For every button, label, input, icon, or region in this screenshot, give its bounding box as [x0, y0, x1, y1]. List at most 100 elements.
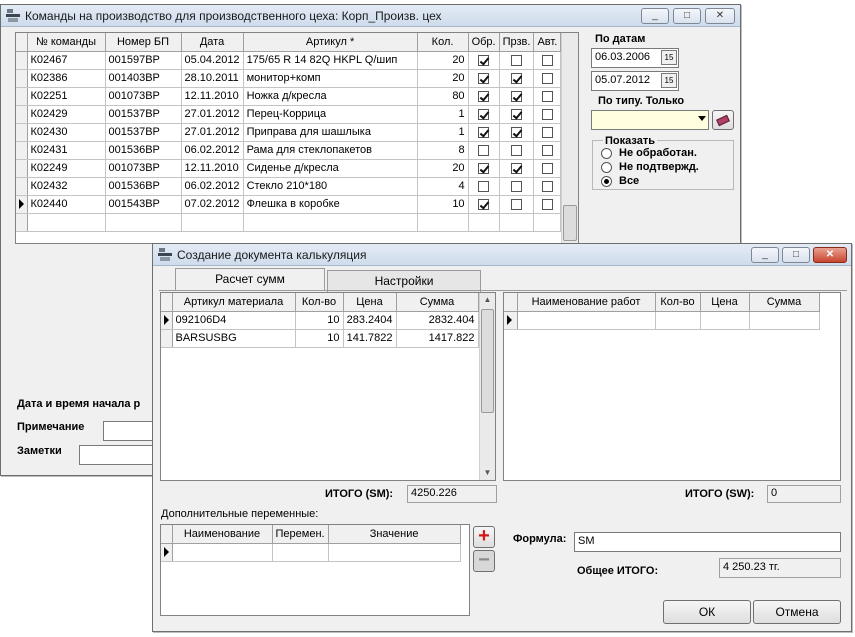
col-work-price[interactable]: Цена — [700, 293, 750, 312]
col-material-article[interactable]: Артикул материала — [172, 293, 296, 312]
col-processed[interactable]: Обр. — [468, 33, 500, 52]
qty-cell[interactable]: 10 — [417, 195, 469, 214]
tab-calc-sums[interactable]: Расчет сумм — [175, 268, 325, 291]
article-cell[interactable]: Ножка д/кресла — [243, 87, 418, 106]
article-cell[interactable]: Стекло 210*180 — [243, 177, 418, 196]
qty-cell[interactable]: 1 — [417, 105, 469, 124]
radio-all[interactable] — [601, 176, 612, 187]
dialog-titlebar[interactable]: Создание документа калькуляция _ □ ✕ — [153, 244, 851, 266]
remove-variable-button[interactable]: − — [473, 550, 495, 572]
date-cell[interactable]: 05.04.2012 — [181, 51, 244, 70]
main-titlebar[interactable]: Команды на производство для производстве… — [1, 5, 740, 27]
article-cell[interactable]: монитор+комп — [243, 69, 418, 88]
col-work-qty[interactable]: Кол-во — [655, 293, 701, 312]
produced-checkbox[interactable] — [511, 54, 523, 66]
processed-checkbox[interactable] — [478, 90, 490, 102]
material-article-cell[interactable]: BARSUSBG — [172, 329, 296, 348]
col-auto[interactable]: Авт. — [533, 33, 562, 52]
col-var-name[interactable]: Наименование — [172, 525, 273, 544]
auto-checkbox[interactable] — [541, 72, 553, 84]
bp-number-cell[interactable]: 001543ВР — [105, 195, 182, 214]
col-material-price[interactable]: Цена — [343, 293, 397, 312]
command-number-cell[interactable]: К02431 — [27, 141, 106, 160]
bp-number-cell[interactable]: 001597ВР — [105, 51, 182, 70]
date-to-field[interactable]: 05.07.2012 15 — [591, 71, 679, 91]
auto-checkbox[interactable] — [541, 54, 553, 66]
col-var-value[interactable]: Значение — [328, 525, 461, 544]
produced-checkbox[interactable] — [511, 180, 523, 192]
commands-scroll-thumb[interactable] — [563, 205, 577, 241]
radio-unconfirmed-label[interactable]: Не подтвержд. — [619, 161, 699, 173]
table-row[interactable]: К02249 001073ВР 12.11.2010 Сиденье д/кресла… — [16, 159, 562, 178]
processed-checkbox[interactable] — [478, 198, 490, 210]
auto-checkbox[interactable] — [541, 180, 553, 192]
material-sum-cell[interactable]: 2832.404 — [396, 311, 479, 330]
processed-checkbox[interactable] — [478, 144, 490, 156]
date-cell[interactable]: 12.11.2010 — [181, 159, 244, 178]
table-row[interactable]: 092106D4 10 283.2404 2832.404 — [161, 311, 479, 330]
calendar-icon[interactable]: 15 — [661, 73, 677, 88]
tab-settings[interactable]: Настройки — [327, 270, 481, 292]
bp-number-cell[interactable]: 001537ВР — [105, 123, 182, 142]
maximize-icon[interactable]: □ — [782, 247, 810, 263]
table-row[interactable]: К02251 001073ВР 12.11.2010 Ножка д/кресла 80 — [16, 87, 562, 106]
qty-cell[interactable]: 80 — [417, 87, 469, 106]
auto-checkbox[interactable] — [541, 162, 553, 174]
date-cell[interactable]: 06.02.2012 — [181, 177, 244, 196]
bp-number-cell[interactable]: 001537ВР — [105, 105, 182, 124]
table-row[interactable] — [161, 543, 461, 562]
col-article[interactable]: Артикул * — [243, 33, 418, 52]
produced-checkbox[interactable] — [511, 198, 523, 210]
bp-number-cell[interactable]: 001403ВР — [105, 69, 182, 88]
col-date[interactable]: Дата — [181, 33, 244, 52]
calendar-icon[interactable]: 15 — [661, 50, 677, 65]
date-from-field[interactable]: 06.03.2006 15 — [591, 48, 679, 68]
processed-checkbox[interactable] — [478, 162, 490, 174]
bp-number-cell[interactable]: 001073ВР — [105, 87, 182, 106]
produced-checkbox[interactable] — [511, 90, 523, 102]
radio-unprocessed-label[interactable]: Не обработан. — [619, 147, 697, 159]
processed-checkbox[interactable] — [478, 72, 490, 84]
col-var-variable[interactable]: Перемен. — [272, 525, 329, 544]
command-number-cell[interactable]: К02386 — [27, 69, 106, 88]
processed-checkbox[interactable] — [478, 54, 490, 66]
date-cell[interactable]: 12.11.2010 — [181, 87, 244, 106]
radio-unconfirmed[interactable] — [601, 162, 612, 173]
date-cell[interactable]: 27.01.2012 — [181, 123, 244, 142]
material-price-cell[interactable]: 283.2404 — [343, 311, 397, 330]
table-row[interactable]: К02430 001537ВР 27.01.2012 Приправа для шаш… — [16, 123, 562, 142]
notes-field[interactable] — [79, 445, 163, 465]
table-row[interactable]: К02467 001597ВР 05.04.2012 175/65 R 14 82Q … — [16, 51, 562, 70]
article-cell[interactable]: Рама для стеклопакетов — [243, 141, 418, 160]
article-cell[interactable]: Сиденье д/кресла — [243, 159, 418, 178]
auto-checkbox[interactable] — [541, 108, 553, 120]
auto-checkbox[interactable] — [541, 144, 553, 156]
command-number-cell[interactable]: К02251 — [27, 87, 106, 106]
produced-checkbox[interactable] — [511, 126, 523, 138]
materials-scrollbar[interactable]: ▲ ▼ — [479, 293, 495, 480]
chevron-down-icon[interactable] — [698, 116, 706, 121]
table-row[interactable]: К02429 001537ВР 27.01.2012 Перец-Коррица 1 — [16, 105, 562, 124]
qty-cell[interactable]: 4 — [417, 177, 469, 196]
bp-number-cell[interactable]: 001536ВР — [105, 141, 182, 160]
article-cell[interactable]: Перец-Коррица — [243, 105, 418, 124]
bp-number-cell[interactable]: 001536ВР — [105, 177, 182, 196]
command-number-cell[interactable]: К02432 — [27, 177, 106, 196]
bp-number-cell[interactable]: 001073ВР — [105, 159, 182, 178]
date-cell[interactable]: 06.02.2012 — [181, 141, 244, 160]
article-cell[interactable]: Приправа для шашлыка — [243, 123, 418, 142]
table-row[interactable] — [504, 311, 820, 330]
qty-cell[interactable]: 8 — [417, 141, 469, 160]
col-work-sum[interactable]: Сумма — [749, 293, 820, 312]
processed-checkbox[interactable] — [478, 126, 490, 138]
col-work-name[interactable]: Наименование работ — [517, 293, 656, 312]
date-cell[interactable]: 07.02.2012 — [181, 195, 244, 214]
command-number-cell[interactable]: К02467 — [27, 51, 106, 70]
material-article-cell[interactable]: 092106D4 — [172, 311, 296, 330]
table-row[interactable]: К02386 001403ВР 28.10.2011 монитор+комп 20 — [16, 69, 562, 88]
produced-checkbox[interactable] — [511, 72, 523, 84]
auto-checkbox[interactable] — [541, 126, 553, 138]
qty-cell[interactable]: 20 — [417, 51, 469, 70]
material-qty-cell[interactable]: 10 — [295, 311, 344, 330]
add-variable-button[interactable]: + — [473, 526, 495, 548]
